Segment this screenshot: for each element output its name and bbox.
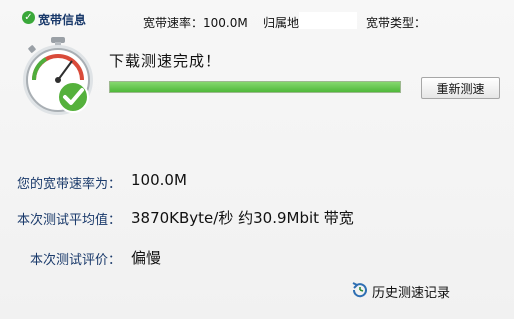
test-status-message: 下载测速完成！: [109, 52, 222, 70]
broadband-type-label: 宽带类型：: [366, 16, 427, 30]
retest-button[interactable]: 重新测速: [421, 77, 500, 99]
check-circle-icon: ✓: [22, 11, 35, 24]
rate-result-value: 100.0M: [131, 171, 187, 189]
average-result-label: 本次测试平均值：: [16, 213, 121, 228]
rate-result-label: 您的宽带速率为：: [16, 177, 121, 192]
evaluation-label: 本次测试评价：: [29, 253, 121, 268]
download-progress-fill: [110, 82, 400, 92]
speedometer-icon: [23, 37, 93, 115]
average-result-value: 3870KByte/秒 约30.9Mbit 带宽: [131, 209, 354, 227]
evaluation-value: 偏慢: [131, 249, 162, 267]
location-value: [299, 12, 357, 29]
download-progress-bar: [109, 81, 401, 93]
location-label: 归属地: [263, 16, 300, 30]
history-records-label: 历史测速记录: [372, 286, 451, 301]
info-bar: ✓ 宽带信息 宽带速率：100.0M 归属地 宽带类型：: [0, 0, 514, 34]
tab-broadband-info[interactable]: 宽带信息: [38, 11, 86, 28]
broadband-rate-info: 宽带速率：100.0M: [143, 16, 248, 30]
refresh-clock-icon: [352, 282, 367, 298]
